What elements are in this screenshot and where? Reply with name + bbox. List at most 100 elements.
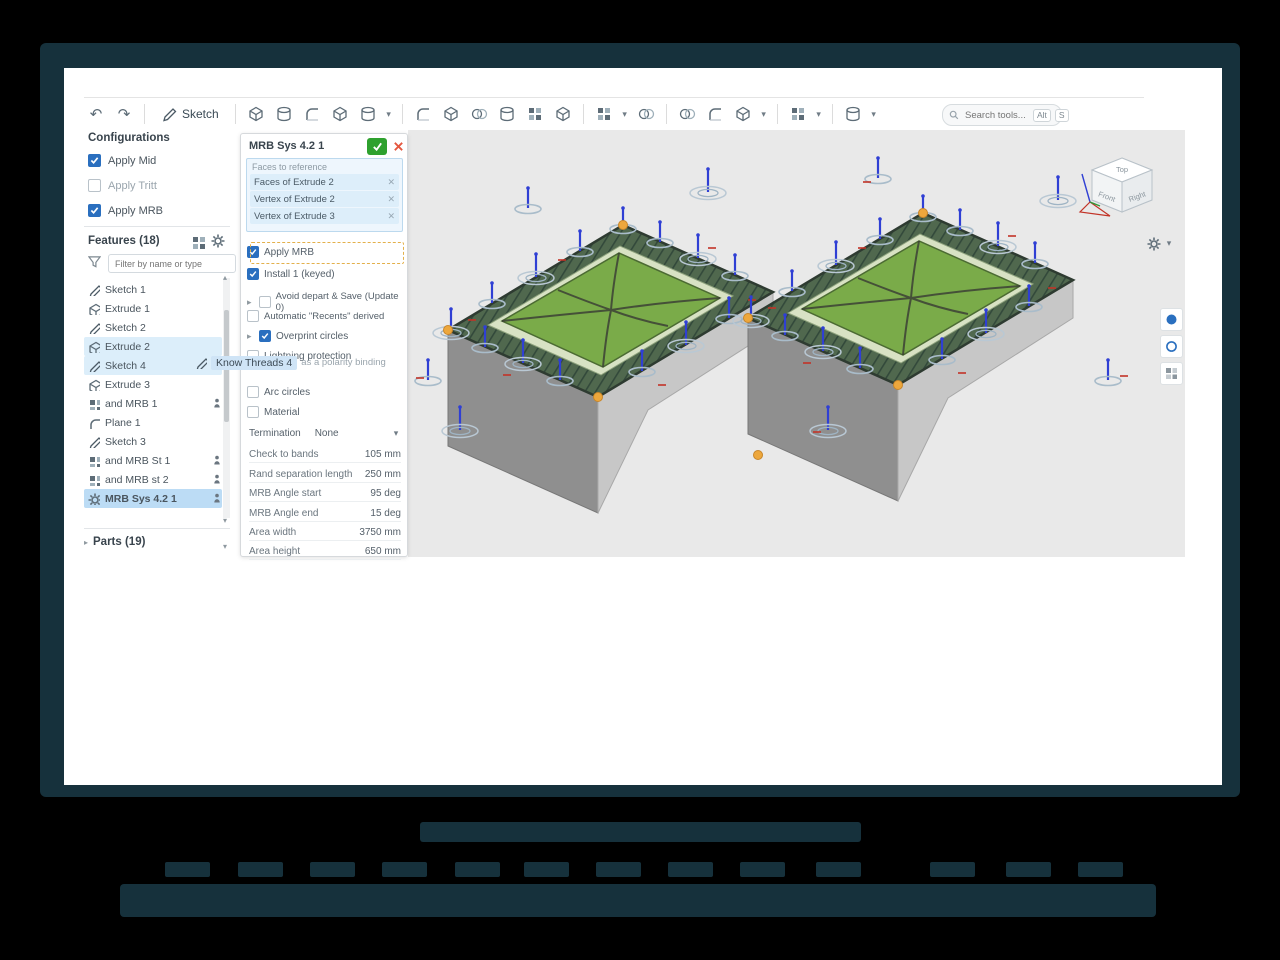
scroll-up-icon[interactable]: ▴ [223, 273, 227, 282]
dialog-check-row[interactable]: Automatic "Recents" derived [247, 310, 403, 322]
parameter-row[interactable]: MRB Angle end 15 deg [249, 508, 401, 522]
parameter-row[interactable]: MRB Angle start 95 deg [249, 488, 401, 502]
parameter-row[interactable]: Rand separation length 250 mm [249, 469, 401, 483]
chevron-down-icon[interactable]: ▾ [869, 109, 879, 120]
feature-filter-box[interactable] [108, 254, 236, 273]
config-option-row[interactable]: Apply Mid [88, 154, 156, 167]
shell-icon[interactable] [495, 102, 519, 126]
parameter-row[interactable]: Area height 650 mm [249, 546, 401, 560]
selection-list[interactable]: Faces to reference Faces of Extrude 2 ✕ … [246, 158, 403, 232]
rib-icon[interactable] [551, 102, 575, 126]
dialog-check-row[interactable]: Arc circles [247, 386, 403, 398]
chevron-right-icon[interactable]: ▸ [247, 331, 254, 342]
toolbar-separator [144, 104, 145, 124]
dialog-check-row[interactable]: Apply MRB [247, 246, 403, 258]
filter-input[interactable] [113, 258, 231, 270]
config-option-row[interactable]: Apply MRB [88, 204, 163, 217]
scroll-down-icon[interactable]: ▾ [223, 516, 227, 525]
checkbox-unchecked-icon[interactable] [247, 406, 259, 418]
extrude-icon[interactable] [244, 102, 268, 126]
remove-icon[interactable]: ✕ [387, 194, 395, 205]
parameter-value[interactable]: 105 mm [365, 449, 401, 460]
checkbox-unchecked-icon[interactable] [247, 386, 259, 398]
panel-toggle-isolate[interactable] [1160, 308, 1183, 331]
configurations-title: Configurations [88, 132, 170, 144]
mirror-icon[interactable] [634, 102, 658, 126]
chevron-down-icon[interactable]: ▾ [384, 109, 394, 120]
gear-icon[interactable] [210, 233, 226, 249]
hole-icon[interactable] [523, 102, 547, 126]
feature-row[interactable]: Sketch 3 [84, 432, 222, 451]
checkbox-checked-icon[interactable] [247, 268, 259, 280]
laptop-key [740, 862, 785, 877]
feature-row-selected[interactable]: MRB Sys 4.2 1 [84, 489, 222, 508]
chevron-down-icon[interactable]: ▾ [620, 109, 630, 120]
dialog-check-row[interactable]: Install 1 (keyed) [247, 268, 403, 280]
view-cube-settings[interactable]: ▾ [1146, 234, 1182, 252]
sketch-button[interactable]: Sketch [153, 104, 227, 124]
search-input[interactable] [963, 109, 1029, 122]
feature-row[interactable]: Plane 1 [84, 413, 222, 432]
chamfer-icon[interactable] [439, 102, 463, 126]
parameter-row[interactable]: Check to bands 105 mm [249, 449, 401, 463]
search-tools-box[interactable]: Alt S [942, 104, 1062, 126]
remove-icon[interactable]: ✕ [387, 177, 395, 188]
undo-button[interactable]: ↶ [84, 102, 108, 126]
fillet-icon[interactable] [411, 102, 435, 126]
remove-icon[interactable]: ✕ [387, 211, 395, 222]
feature-row[interactable]: Extrude 1 [84, 299, 222, 318]
redo-button[interactable]: ↷ [112, 102, 136, 126]
sweep-icon[interactable] [300, 102, 324, 126]
feature-row[interactable]: and MRB 1 [84, 394, 222, 413]
list-icon[interactable] [190, 234, 205, 249]
checkbox-unchecked-icon[interactable] [247, 310, 259, 322]
checkbox-unchecked-icon[interactable] [259, 296, 271, 308]
feature-row[interactable]: and MRB St 1 [84, 451, 222, 470]
feature-row[interactable]: Sketch 2 [84, 318, 222, 337]
draft-icon[interactable] [467, 102, 491, 126]
boolean-icon[interactable] [675, 102, 699, 126]
parameter-value[interactable]: 95 deg [370, 488, 401, 499]
view-cube-top-label[interactable]: Top [1116, 165, 1128, 174]
chevron-down-icon[interactable]: ▾ [814, 109, 824, 120]
chevron-right-icon[interactable]: ▸ [247, 297, 254, 308]
checkbox-checked-icon[interactable] [88, 204, 101, 217]
checkbox-checked-icon[interactable] [259, 330, 271, 342]
dialog-check-row[interactable]: ▸ Overprint circles [247, 330, 403, 342]
loft-icon[interactable] [328, 102, 352, 126]
drag-ghost-hint: as a polarity binding [301, 357, 386, 368]
panel-toggle-views[interactable] [1160, 362, 1183, 385]
assign-icon[interactable] [786, 102, 810, 126]
parameter-row[interactable]: Area width 3750 mm [249, 527, 401, 541]
parts-section[interactable]: ▸ Parts (19) [84, 536, 145, 548]
checkbox-checked-icon[interactable] [88, 154, 101, 167]
feature-row[interactable]: and MRB st 2 [84, 470, 222, 489]
transform-icon[interactable] [731, 102, 755, 126]
parameter-value[interactable]: 3750 mm [359, 527, 401, 538]
feature-row[interactable]: Sketch 1 [84, 280, 222, 299]
parameter-value[interactable]: 650 mm [365, 546, 401, 557]
dialog-check-row[interactable]: Material [247, 406, 403, 418]
revolve-icon[interactable] [272, 102, 296, 126]
panel-toggle-sections[interactable] [1160, 335, 1183, 358]
selection-chip[interactable]: Vertex of Extrude 2 ✕ [250, 191, 399, 207]
split-icon[interactable] [703, 102, 727, 126]
thicken-icon[interactable] [356, 102, 380, 126]
chevron-down-icon[interactable]: ▾ [759, 109, 769, 120]
config-option-row[interactable]: Apply Tritt [88, 179, 157, 192]
pattern-icon[interactable] [592, 102, 616, 126]
checkbox-unchecked-icon[interactable] [88, 179, 101, 192]
view-cube[interactable]: Top Front Right [1076, 152, 1168, 238]
selection-chip[interactable]: Vertex of Extrude 3 ✕ [250, 208, 399, 224]
parameter-value[interactable]: 15 deg [370, 508, 401, 519]
parameter-value[interactable]: 250 mm [365, 469, 401, 480]
graphics-viewport[interactable] [408, 130, 1185, 557]
selection-chip[interactable]: Faces of Extrude 2 ✕ [250, 174, 399, 190]
measure-icon[interactable] [841, 102, 865, 126]
confirm-button[interactable] [367, 138, 387, 155]
feature-row[interactable]: Extrude 3 [84, 375, 222, 394]
cancel-button[interactable] [391, 138, 405, 155]
scroll-down-icon[interactable]: ▾ [223, 542, 227, 551]
termination-select[interactable]: Termination None ▾ [249, 428, 401, 439]
person-icon [212, 474, 222, 485]
